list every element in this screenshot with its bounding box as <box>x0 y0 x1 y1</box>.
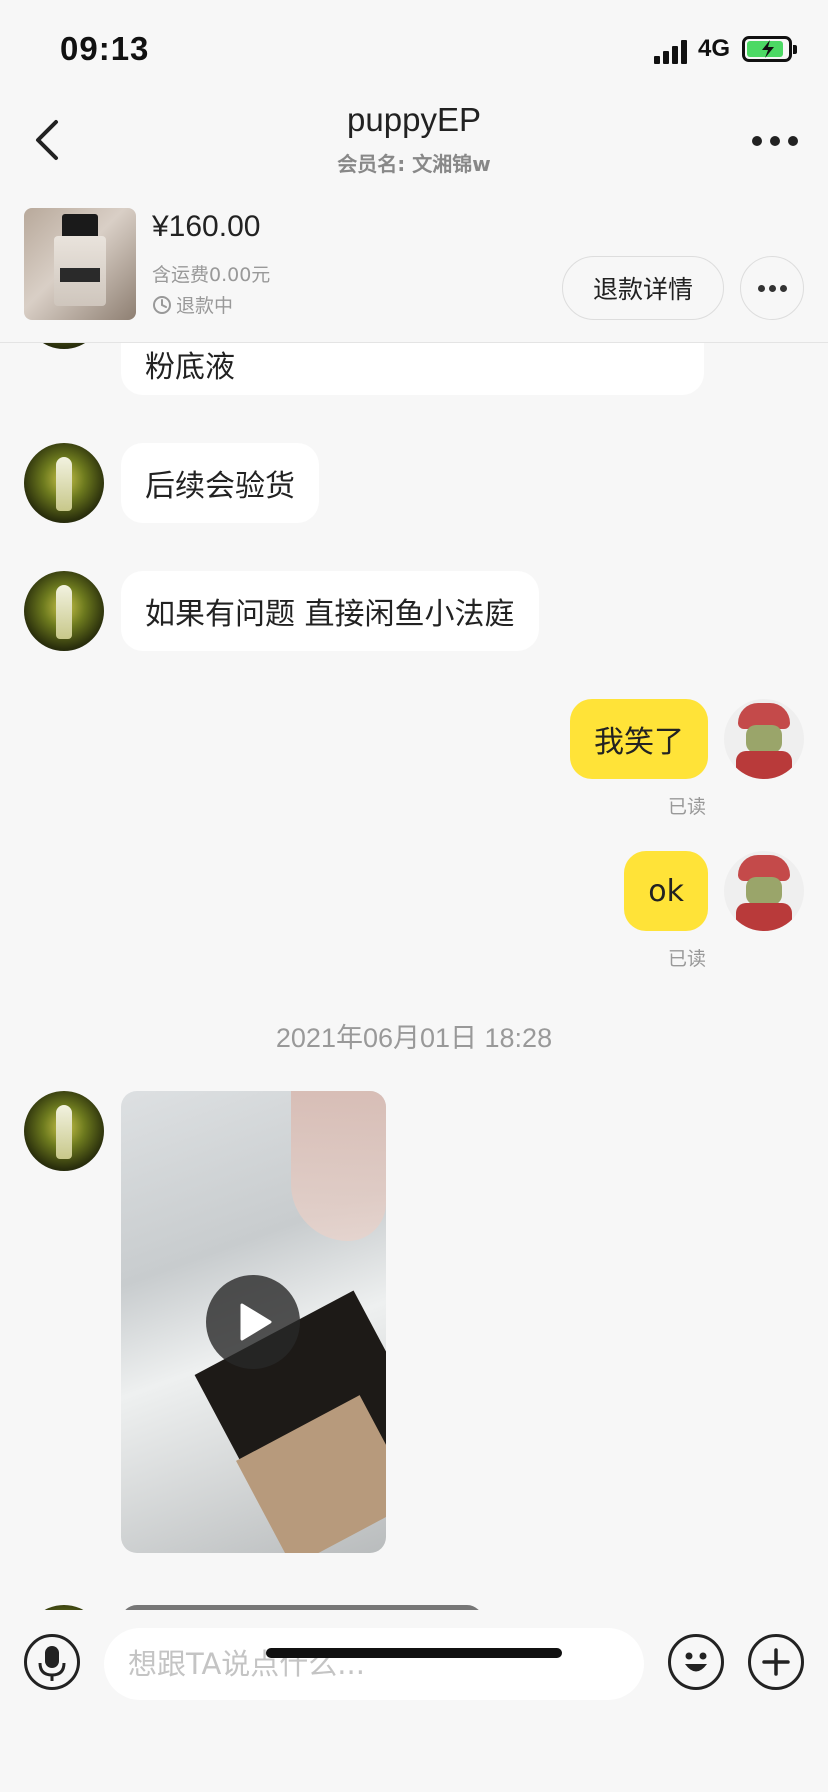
product-more-icon[interactable] <box>740 256 804 320</box>
status-time: 09:13 <box>60 30 150 67</box>
seller-avatar[interactable] <box>24 343 104 349</box>
shipping-fee: 含运费0.00元 <box>152 264 271 286</box>
member-name: 会员名: 文湘锦w <box>337 152 491 176</box>
refund-status-label: 退款中 <box>176 295 234 317</box>
microphone-icon[interactable] <box>24 1634 80 1690</box>
input-bar <box>0 1610 828 1792</box>
message-bubble[interactable]: ok <box>624 851 708 931</box>
network-type: 4G <box>698 35 731 62</box>
message-bubble[interactable]: 我笑了 <box>570 699 708 779</box>
my-avatar[interactable] <box>724 699 804 779</box>
refund-status: 退款中 <box>152 291 233 318</box>
clock-icon <box>153 295 171 314</box>
play-icon[interactable] <box>206 1275 300 1369</box>
read-receipt: 已读 <box>668 796 707 818</box>
seller-avatar[interactable] <box>24 571 104 651</box>
message-bubble[interactable]: 如果有问题 直接闲鱼小法庭 <box>121 571 539 651</box>
read-receipt: 已读 <box>668 948 707 970</box>
message-bubble[interactable]: 后续会验货 <box>121 443 319 523</box>
battery-icon <box>742 36 797 62</box>
message-input[interactable] <box>104 1628 644 1700</box>
emoji-icon[interactable] <box>668 1634 724 1690</box>
video-message[interactable] <box>121 1091 386 1553</box>
seller-avatar[interactable] <box>24 443 104 523</box>
message-timestamp: 2021年06月01日 18:28 <box>275 1023 553 1053</box>
order-product-bar: ¥160.00 含运费0.00元 退款中 退款详情 <box>0 200 828 343</box>
product-price: ¥160.00 <box>152 210 261 243</box>
plus-icon[interactable] <box>748 1634 804 1690</box>
signal-icon <box>654 40 688 64</box>
chat-header: puppyEP 会员名: 文湘锦w <box>0 96 828 196</box>
message-bubble[interactable]: 粉底液 <box>121 343 704 395</box>
my-avatar[interactable] <box>724 851 804 931</box>
seller-avatar[interactable] <box>24 1091 104 1171</box>
message-list[interactable]: 粉底液 后续会验货 如果有问题 直接闲鱼小法庭 我笑了 已读 ok 已读 202… <box>0 343 828 1610</box>
status-bar: 09:13 4G <box>0 0 828 100</box>
refund-detail-button[interactable]: 退款详情 <box>562 256 724 320</box>
product-thumbnail[interactable] <box>24 208 136 320</box>
chat-title: puppyEP <box>347 101 481 138</box>
home-indicator <box>266 1648 562 1658</box>
more-icon[interactable] <box>752 136 798 148</box>
